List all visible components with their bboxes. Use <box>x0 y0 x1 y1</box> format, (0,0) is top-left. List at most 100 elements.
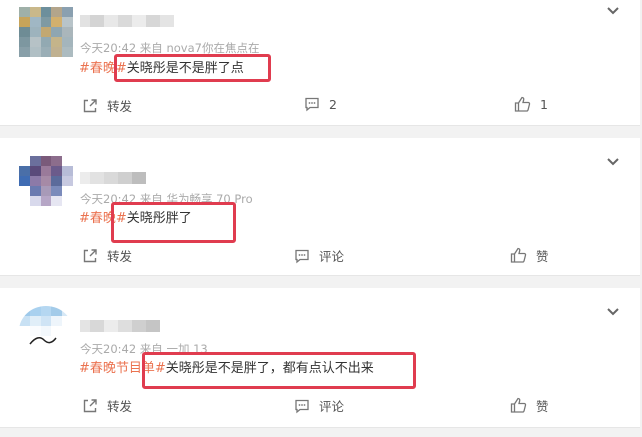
avatar-pixel <box>51 166 63 176</box>
avatar-pixel <box>62 166 73 176</box>
avatar-pixel <box>29 47 41 57</box>
avatar-pixel <box>62 196 73 206</box>
avatar-pixel <box>19 7 30 17</box>
avatar-pixel <box>62 156 73 166</box>
avatar-pixel <box>40 17 52 27</box>
username-blurred[interactable] <box>80 320 160 332</box>
avatar-pixel <box>51 37 63 47</box>
avatar-pixel <box>29 156 41 166</box>
avatar-pixel <box>62 316 73 326</box>
avatar-pixel <box>62 47 73 57</box>
post-card: 今天20:42 来自 一加 13 #春晚节目单#关晓彤是不是胖了，都有点认不出来… <box>0 288 640 428</box>
comment-button[interactable]: 2 <box>304 96 337 112</box>
avatar-pixel <box>40 7 52 17</box>
avatar[interactable] <box>19 7 73 57</box>
avatar-pixel <box>19 306 30 316</box>
avatar-pixel <box>29 37 41 47</box>
avatar-pixel <box>29 196 41 206</box>
highlight-box <box>114 54 271 82</box>
comment-bubble-icon <box>305 97 319 112</box>
avatar-pixel <box>51 156 63 166</box>
repost-button[interactable]: 转发 <box>82 396 132 415</box>
avatar-pixel <box>40 176 52 186</box>
comment-label: 评论 <box>319 399 345 414</box>
like-button[interactable]: 1 <box>514 96 548 113</box>
share-box-icon <box>83 248 97 262</box>
avatar[interactable] <box>19 156 73 206</box>
repost-button[interactable]: 转发 <box>82 96 132 115</box>
avatar-pixel <box>51 316 63 326</box>
like-button[interactable]: 赞 <box>510 396 549 415</box>
avatar-pixel <box>62 336 73 346</box>
avatar-pixel <box>62 7 73 17</box>
avatar-pixel <box>29 316 41 326</box>
thumbs-up-icon <box>514 96 531 112</box>
post-card: 今天20:42 来自 华为畅享 70 Pro #春晚#关晓彤胖了 转发 评论 赞 <box>0 138 640 276</box>
avatar-pixel <box>40 166 52 176</box>
avatar-pixel <box>29 186 41 196</box>
avatar-pixel <box>19 27 30 37</box>
chevron-down-icon[interactable] <box>606 157 620 167</box>
repost-label: 转发 <box>107 249 133 264</box>
avatar-pixel <box>51 196 63 206</box>
avatar-pixel <box>62 27 73 37</box>
avatar-pixel <box>62 17 73 27</box>
chevron-down-icon[interactable] <box>606 6 620 16</box>
thumbs-up-icon <box>510 397 527 413</box>
like-label: 赞 <box>536 399 549 414</box>
post-card: 今天20:42 来自 nova7你在焦点在 #春晚#关晓彤是不是胖了点 转发 2… <box>0 0 640 126</box>
avatar-pixel <box>19 186 30 196</box>
avatar-pixel <box>51 176 63 186</box>
avatar-pixel <box>19 37 30 47</box>
avatar[interactable] <box>19 306 73 356</box>
like-label: 赞 <box>536 249 549 264</box>
avatar-pixel <box>62 186 73 196</box>
avatar-pixel <box>62 326 73 336</box>
avatar-pixel <box>62 346 73 356</box>
comment-bubble-icon <box>295 249 309 263</box>
avatar-pixel <box>40 27 52 37</box>
action-bar: 转发 2 1 <box>0 96 640 116</box>
avatar-pixel <box>40 37 52 47</box>
avatar-pixel <box>40 156 52 166</box>
avatar-pixel <box>40 47 52 57</box>
avatar-pixel <box>19 196 30 206</box>
repost-label: 转发 <box>107 399 133 414</box>
thumbs-up-icon <box>510 247 527 263</box>
avatar-pixel <box>51 27 63 37</box>
username-blurred[interactable] <box>80 172 146 184</box>
avatar-pixel <box>19 156 30 166</box>
avatar-pixel <box>62 37 73 47</box>
repost-button[interactable]: 转发 <box>82 246 132 265</box>
avatar-pixel <box>29 17 41 27</box>
comment-count: 2 <box>329 96 337 112</box>
avatar-pixel <box>19 316 30 326</box>
avatar-pixel <box>29 166 41 176</box>
avatar-pixel <box>29 306 41 316</box>
avatar-pixel <box>62 306 73 316</box>
avatar-pixel <box>51 186 63 196</box>
like-count: 1 <box>540 97 548 112</box>
avatar-sketch-icon <box>29 337 57 345</box>
comment-button[interactable]: 评论 <box>294 396 344 415</box>
comment-button[interactable]: 评论 <box>294 246 344 265</box>
action-bar: 转发 评论 赞 <box>0 246 640 266</box>
highlight-box <box>111 202 236 243</box>
share-box-icon <box>83 98 97 112</box>
highlight-box <box>142 352 416 389</box>
share-box-icon <box>83 398 97 412</box>
repost-label: 转发 <box>107 99 133 114</box>
avatar-pixel <box>62 176 73 186</box>
avatar-pixel <box>19 47 30 57</box>
avatar-pixel <box>51 17 63 27</box>
comment-bubble-icon <box>295 399 309 413</box>
username-blurred[interactable] <box>80 15 174 27</box>
chevron-down-icon[interactable] <box>606 307 620 317</box>
avatar-pixel <box>51 306 63 316</box>
avatar-pixel <box>19 166 30 176</box>
action-bar: 转发 评论 赞 <box>0 396 640 416</box>
like-button[interactable]: 赞 <box>510 246 549 265</box>
avatar-pixel <box>40 306 52 316</box>
avatar-pixel <box>40 316 52 326</box>
avatar-pixel <box>51 47 63 57</box>
